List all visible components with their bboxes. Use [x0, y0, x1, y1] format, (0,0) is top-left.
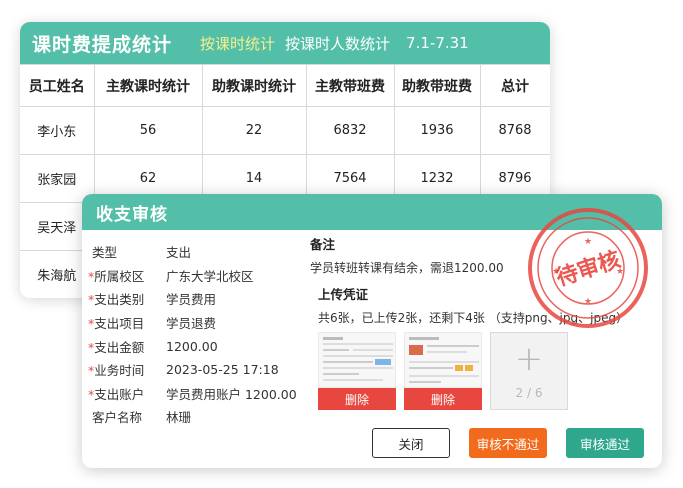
table-header-row: 员工姓名 主教课时统计 助教课时统计 主教带班费 助教带班费 总计	[20, 64, 550, 107]
expense-form: 类型 支出 *所属校区 广东大学北校区 *支出类别 学员费用 *支出项目 学员退…	[88, 240, 318, 429]
field-value: 支出	[166, 245, 192, 261]
col-header-assist-hours: 助教课时统计	[201, 64, 307, 107]
col-header-total: 总计	[479, 64, 550, 107]
delete-button[interactable]: 删除	[404, 388, 482, 410]
field-label: 支出金额	[94, 339, 145, 355]
field-label: 支出类别	[94, 292, 145, 308]
plus-icon: +	[514, 339, 544, 379]
voucher-thumbnail[interactable]: 删除	[318, 332, 396, 410]
document-preview-icon	[319, 333, 395, 387]
svg-text:★: ★	[584, 237, 592, 247]
field-customer: 客户名称 林珊	[88, 405, 318, 429]
field-campus: *所属校区 广东大学北校区	[88, 264, 318, 288]
expense-review-dialog: 收支审核 类型 支出 *所属校区 广东大学北校区 *支出类别 学员费用 *支出项…	[82, 194, 662, 468]
close-button[interactable]: 关闭	[372, 428, 450, 458]
col-header-name: 员工姓名	[20, 64, 95, 107]
voucher-image[interactable]	[404, 332, 482, 388]
add-voucher-button[interactable]: + 2 / 6	[490, 332, 568, 410]
reject-button[interactable]: 审核不通过	[469, 428, 547, 458]
cell-assist-fee: 1936	[393, 106, 481, 155]
tab-by-hours[interactable]: 按课时统计	[200, 33, 275, 54]
col-header-assist-fee: 助教带班费	[393, 64, 481, 107]
upload-count: 2 / 6	[515, 386, 543, 400]
field-label: 支出账户	[94, 386, 145, 402]
field-time: *业务时间 2023-05-25 17:18	[88, 358, 318, 382]
cell-assist-hours: 22	[201, 106, 307, 155]
field-value: 学员退费	[166, 316, 217, 332]
pending-review-stamp: ★ ★ ★ ★ 待审核	[528, 208, 648, 328]
stats-title: 课时费提成统计	[32, 33, 173, 56]
cell-name: 张家园	[20, 154, 95, 203]
field-label: 业务时间	[94, 363, 145, 379]
field-item: *支出项目 学员退费	[88, 311, 318, 335]
field-value: 学员费用账户 1200.00	[166, 386, 297, 402]
field-amount: *支出金额 1200.00	[88, 334, 318, 358]
approve-button[interactable]: 审核通过	[566, 428, 644, 458]
voucher-image[interactable]	[318, 332, 396, 388]
cell-main-fee: 6832	[305, 106, 395, 155]
voucher-thumbnail[interactable]: 删除	[404, 332, 482, 410]
table-row: 李小东 56 22 6832 1936 8768	[20, 106, 550, 155]
field-value: 广东大学北校区	[166, 268, 254, 284]
stamp-text: 待审核	[553, 246, 624, 291]
cell-main-hours: 56	[93, 106, 203, 155]
delete-button[interactable]: 删除	[318, 388, 396, 410]
field-label: 类型	[91, 245, 117, 261]
field-type: 类型 支出	[88, 240, 318, 264]
field-label: 支出项目	[94, 316, 145, 332]
field-category: *支出类别 学员费用	[88, 287, 318, 311]
field-value: 2023-05-25 17:18	[166, 362, 279, 378]
field-value: 1200.00	[166, 338, 218, 354]
field-value: 林珊	[166, 410, 192, 426]
tab-by-student-count[interactable]: 按课时人数统计	[285, 33, 390, 54]
cell-total: 8768	[479, 106, 550, 155]
field-value: 学员费用	[166, 292, 217, 308]
field-account: *支出账户 学员费用账户 1200.00	[88, 382, 318, 406]
field-label: 客户名称	[91, 410, 142, 426]
cell-name: 李小东	[20, 106, 95, 155]
field-label: 所属校区	[94, 268, 145, 284]
document-preview-icon	[405, 333, 481, 387]
col-header-main-hours: 主教课时统计	[93, 64, 203, 107]
stats-header: 课时费提成统计 按课时统计 按课时人数统计 7.1-7.31	[20, 22, 550, 64]
date-range[interactable]: 7.1-7.31	[406, 34, 469, 52]
col-header-main-fee: 主教带班费	[305, 64, 395, 107]
voucher-thumbnails: 删除 删除 + 2 / 6	[318, 332, 568, 410]
svg-text:★: ★	[584, 297, 592, 307]
